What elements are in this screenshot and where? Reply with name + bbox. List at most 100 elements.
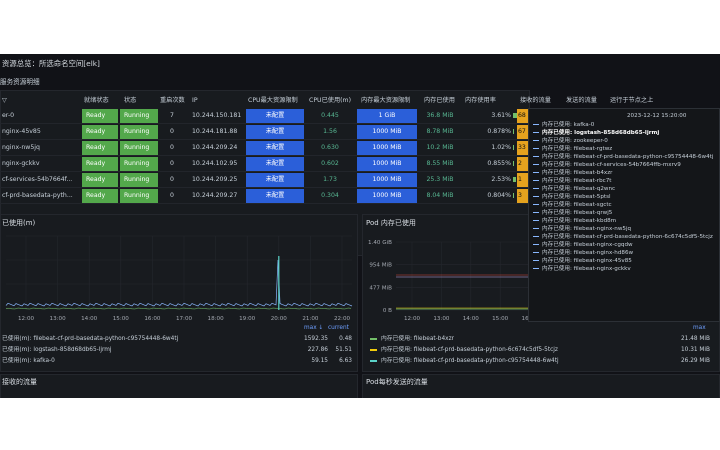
memory-limit-badge: 1000 MiB <box>357 189 417 203</box>
pod-name[interactable]: nginx-45v85 <box>2 125 78 139</box>
tooltip-item: 内存已使用: filebeat-sgctc <box>533 201 612 209</box>
memory-limit-badge: 1000 MiB <box>357 157 417 171</box>
rx-panel-title: 接收的流量 <box>2 378 37 386</box>
tx-panel-title: Pod每秒发送的流量 <box>366 378 428 386</box>
series-color-swatch <box>370 359 377 362</box>
x-tick-label: 19:00 <box>239 316 256 322</box>
tooltip-item: 内存已使用: filebeat-kbd8m <box>533 217 616 225</box>
memory-legend-max-header[interactable]: max <box>693 324 706 332</box>
series-dash-icon <box>533 196 539 197</box>
dashboard-screen: 资源总览：所选命名空间[elk] 服务资源明细 ▽ 就绪状态 状态 重启次数 I… <box>0 54 720 398</box>
cpu-used: 1.73 <box>323 176 337 183</box>
series-dash-icon <box>533 228 539 229</box>
cpu-legend-item[interactable]: 已使用(m): filebeat-cf-prd-basedata-python-… <box>2 335 178 343</box>
col-cpu-limit[interactable]: CPU最大资源限制 <box>248 97 298 105</box>
pod-name[interactable]: er-0 <box>2 109 78 123</box>
filter-icon[interactable]: ▽ <box>2 97 7 105</box>
memory-used: 10.2 MiB <box>426 144 454 151</box>
tooltip-item-label: 内存已使用: logstash-858d68db65-ljrmj <box>542 130 660 136</box>
cpu-legend-item[interactable]: 已使用(m): logstash-858d68db65-ljrmj <box>2 346 112 354</box>
memory-usage-rate: 1.02% <box>491 144 511 151</box>
table-header: ▽ 就绪状态 状态 重启次数 IP CPU最大资源限制 CPU已使用(m) 内存… <box>0 96 551 108</box>
pod-name[interactable]: cf-prd-basedata-pyth... <box>2 189 78 203</box>
col-node[interactable]: 运行于节点之上 <box>610 97 653 105</box>
x-tick-label: 18:00 <box>208 316 225 322</box>
status-badge: Running <box>120 189 158 203</box>
restart-count: 0 <box>170 160 174 167</box>
cpu-legend-max-header[interactable]: max ↓ <box>304 324 323 332</box>
memory-legend-item[interactable]: 内存已使用: filebeat-cf-prd-basedata-python-6… <box>370 346 558 354</box>
x-tick-label: 12:00 <box>18 316 35 322</box>
table-row[interactable]: cf-services-54b7664f... Ready Running 0 10.2… <box>0 172 530 188</box>
memory-usage-bar <box>513 129 514 134</box>
tooltip-item-label: 内存已使用: filebeat-rbc7t <box>542 178 612 184</box>
status-badge: Running <box>120 157 158 171</box>
memory-legend-label: 内存已使用: filebeat-cf-prd-basedata-python-6… <box>381 347 558 353</box>
series-color-swatch <box>370 337 377 340</box>
col-mem-rate[interactable]: 内存使用率 <box>465 97 496 105</box>
series-dash-icon <box>533 220 539 221</box>
cpu-legend-item[interactable]: 已使用(m): kafka-0 <box>2 357 55 365</box>
memory-legend-item[interactable]: 内存已使用: filebeat-b4xzr <box>370 335 454 343</box>
memory-limit-badge: 1000 MiB <box>357 125 417 139</box>
tooltip-item-label: 内存已使用: filebeat-q2wnc <box>542 186 616 192</box>
col-mem-limit[interactable]: 内存最大资源限制 <box>361 97 411 105</box>
series-dash-icon <box>533 156 539 157</box>
pod-name[interactable]: nginx-gckkv <box>2 157 78 171</box>
series-dash-icon <box>533 124 539 125</box>
cpu-legend-current: 6.63 <box>339 358 352 364</box>
tooltip-item: 内存已使用: filebeat-cf-prd-basedata-python-6… <box>533 233 713 241</box>
table-row[interactable]: nginx-gckkv Ready Running 0 10.244.102.95 未配置… <box>0 156 530 172</box>
memory-usage-rate: 2.53% <box>491 176 511 183</box>
received-traffic: 68 <box>517 109 528 123</box>
tooltip-item: 内存已使用: filebeat-rgtwz <box>533 145 612 153</box>
x-tick-label: 14:00 <box>81 316 98 322</box>
memory-usage-bar <box>513 177 516 182</box>
restart-count: 0 <box>170 144 174 151</box>
series-dash-icon <box>533 148 539 149</box>
table-row[interactable]: nginx-45v85 Ready Running 0 10.244.181.88 未配置… <box>0 124 530 140</box>
tooltip-item: 内存已使用: zookeeper-0 <box>533 137 608 145</box>
memory-limit-badge: 1000 MiB <box>357 141 417 155</box>
table-row[interactable]: er-0 Ready Running 7 10.244.150.181 未配置 0.445 1… <box>0 108 530 124</box>
cpu-chart[interactable]: 12:00 13:00 14:00 15:00 16:00 17:00 18:00 19:00… <box>0 230 356 324</box>
col-rx[interactable]: 接收的流量 <box>520 97 551 105</box>
col-tx[interactable]: 发送的流量 <box>566 97 597 105</box>
cpu-limit-badge: 未配置 <box>246 141 304 155</box>
col-ready[interactable]: 就绪状态 <box>84 97 109 105</box>
cpu-used: 0.602 <box>321 160 339 167</box>
memory-used: 8.04 MiB <box>426 192 454 199</box>
memory-legend-max: 21.48 MiB <box>680 336 710 342</box>
tooltip-item: 内存已使用: filebeat-b4xzr <box>533 169 612 177</box>
tooltip-item-label: 内存已使用: filebeat-sgctc <box>542 202 612 208</box>
table-row[interactable]: nginx-nw5jq Ready Running 0 10.244.209.24 未配置… <box>0 140 530 156</box>
tooltip-item-label: 内存已使用: filebeat-nginx-hd86w <box>542 250 634 256</box>
series-dash-icon <box>533 172 539 173</box>
tooltip-item-label: 内存已使用: filebeat-nginx-gckkv <box>542 266 631 272</box>
tooltip-item-label: 内存已使用: filebeat-kbd8m <box>542 218 617 224</box>
memory-legend-label: 内存已使用: filebeat-b4xzr <box>381 336 454 342</box>
restart-count: 7 <box>170 112 174 119</box>
memory-legend-item[interactable]: 内存已使用: filebeat-cf-prd-basedata-python-c… <box>370 357 559 365</box>
pod-name[interactable]: nginx-nw5jq <box>2 141 78 155</box>
tooltip-item: 内存已使用: filebeat-cf-services-54b7664ffb-m… <box>533 161 681 169</box>
tooltip-item: 内存已使用: filebeat-nginx-hd86w <box>533 249 633 257</box>
ready-badge: Ready <box>82 109 118 123</box>
col-cpu-used[interactable]: CPU已使用(m) <box>309 97 351 105</box>
tooltip-item-label: 内存已使用: filebeat-5ptsl <box>542 194 611 200</box>
col-restarts[interactable]: 重启次数 <box>160 97 185 105</box>
cpu-legend-current-header[interactable]: current <box>328 324 349 332</box>
col-ip[interactable]: IP <box>192 97 198 105</box>
pod-name[interactable]: cf-services-54b7664f... <box>2 173 78 187</box>
received-traffic: 2 <box>517 157 528 171</box>
x-tick-label: 12:00 <box>404 316 421 322</box>
col-mem-used[interactable]: 内存已使用 <box>424 97 455 105</box>
memory-used: 25.3 MiB <box>426 176 454 183</box>
col-status[interactable]: 状态 <box>124 97 136 105</box>
pod-ip: 10.244.209.27 <box>192 192 238 199</box>
x-tick-label: 13:00 <box>50 316 67 322</box>
restart-count: 0 <box>170 192 174 199</box>
tooltip-item-label: 内存已使用: filebeat-cf-prd-basedata-python-6… <box>542 234 713 240</box>
table-row[interactable]: cf-prd-basedata-pyth... Ready Running 0 10.2… <box>0 188 530 204</box>
memory-usage-bar <box>513 113 517 118</box>
